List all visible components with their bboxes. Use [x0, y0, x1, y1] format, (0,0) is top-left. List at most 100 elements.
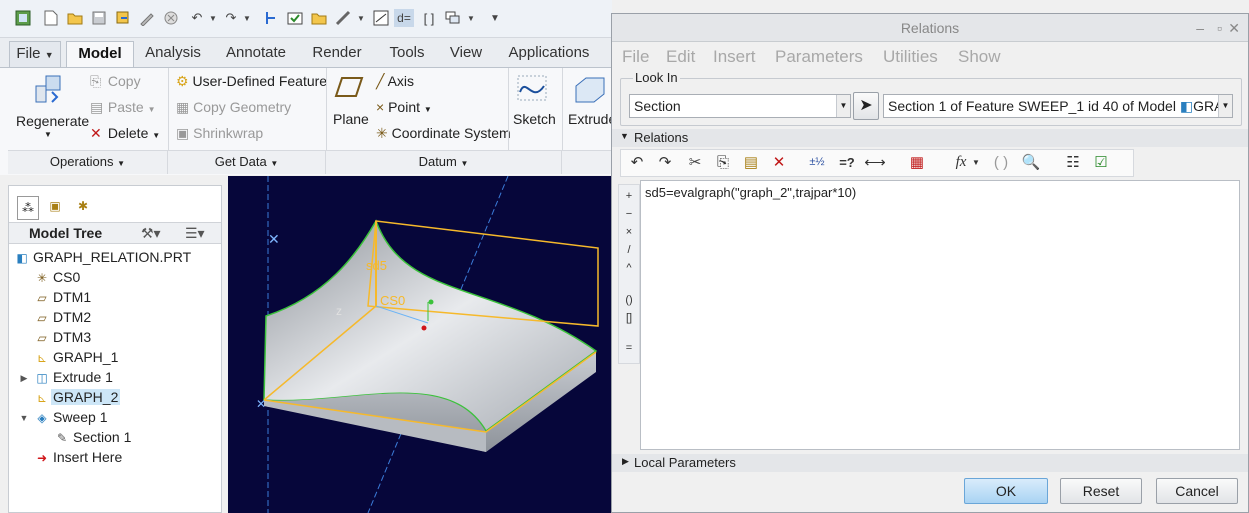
regenerate-small-icon[interactable] [114, 9, 132, 27]
tree-filters-icon[interactable]: ☰▾ [185, 225, 205, 242]
dimension-label-sd5[interactable]: sd5 [366, 258, 387, 273]
tree-settings-icon[interactable]: ⚒▾ [141, 225, 161, 242]
parameter-icon[interactable]: ( ) [990, 151, 1012, 173]
tab-file[interactable]: File ▼ [9, 41, 61, 67]
redo-dropdown-icon[interactable]: ▼ [238, 9, 256, 27]
regenerate-dropdown-icon[interactable]: ▼ [44, 130, 52, 139]
delete-button[interactable]: ✕ Delete ▼ [90, 125, 160, 142]
menu-edit[interactable]: Edit [666, 47, 695, 67]
measure-icon[interactable] [334, 9, 352, 27]
equals-operator-icon[interactable]: = [622, 341, 636, 355]
paste-button[interactable]: ▤ Paste ▼ [90, 99, 156, 116]
function-dropdown-icon[interactable]: ▼ [970, 151, 982, 173]
window-icon[interactable] [138, 9, 156, 27]
relations-section-header[interactable]: ▼ Relations [612, 129, 1248, 147]
new-file-icon[interactable] [42, 9, 60, 27]
delete-icon[interactable]: ✕ [768, 151, 790, 173]
open-folder-icon[interactable] [66, 9, 84, 27]
brackets-icon[interactable]: [] [622, 311, 636, 325]
relations-icon[interactable] [372, 9, 390, 27]
tab-analysis[interactable]: Analysis [140, 41, 206, 67]
close-icon[interactable]: ✕ [1228, 14, 1240, 42]
expand-arrow-icon[interactable]: ▶ [17, 371, 31, 385]
tree-item-insert-here[interactable]: Insert Here [53, 449, 122, 465]
select-item-button[interactable]: ➤ [853, 92, 879, 120]
regenerate-manager-icon[interactable] [262, 9, 280, 27]
coord-system-button[interactable]: ✳ Coordinate System [376, 125, 511, 142]
look-in-value-field[interactable]: Section 1 of Feature SWEEP_1 id 40 of Mo… [883, 94, 1233, 118]
menu-file[interactable]: File [622, 47, 649, 67]
cut-icon[interactable]: ✂ [684, 151, 706, 173]
windows-dropdown-icon[interactable]: ▼ [462, 9, 480, 27]
favorites-tab-icon[interactable]: ✱ [73, 196, 93, 216]
verify-relations-icon[interactable]: =? [836, 151, 858, 173]
local-params-header[interactable]: ▶ Local Parameters [612, 454, 1248, 472]
tree-item-dtm1[interactable]: DTM1 [53, 289, 91, 305]
multiply-operator-icon[interactable]: × [622, 225, 636, 239]
close-window-icon[interactable] [162, 9, 180, 27]
tree-item-cs0[interactable]: CS0 [53, 269, 80, 285]
folder-icon[interactable] [310, 9, 328, 27]
evaluate-icon[interactable]: ▦ [906, 151, 928, 173]
shrinkwrap-button[interactable]: ▣ Shrinkwrap [176, 125, 263, 142]
parentheses-icon[interactable]: () [622, 293, 636, 307]
copy-icon[interactable]: ⎘ [712, 151, 734, 173]
tab-render[interactable]: Render [306, 41, 368, 67]
layers-tab-icon[interactable]: ▣ [45, 196, 65, 216]
regenerate-button[interactable]: Regenerate [16, 113, 89, 129]
extrude-button[interactable]: Extrude [568, 111, 616, 127]
d-equals-icon[interactable]: d= [394, 9, 414, 27]
model-tree-tab-icon[interactable]: ⁂ [17, 196, 39, 220]
ok-button[interactable]: OK [964, 478, 1048, 504]
divide-operator-icon[interactable]: / [622, 243, 636, 257]
reset-button[interactable]: Reset [1060, 478, 1142, 504]
plane-button[interactable]: Plane [333, 111, 369, 127]
tab-tools[interactable]: Tools [382, 41, 432, 67]
customize-toolbar-icon[interactable]: ▼ [486, 9, 504, 27]
tree-item-graph1[interactable]: GRAPH_1 [53, 349, 118, 365]
menu-utilities[interactable]: Utilities [883, 47, 938, 67]
udf-button[interactable]: ⚙ User-Defined Feature [176, 73, 327, 90]
menu-insert[interactable]: Insert [713, 47, 756, 67]
menu-parameters[interactable]: Parameters [775, 47, 863, 67]
show-list-icon[interactable]: ☷ [1062, 151, 1084, 173]
undo-icon[interactable]: ↶ [626, 151, 648, 173]
plane-icon[interactable] [334, 76, 364, 101]
undo-dropdown-icon[interactable]: ▼ [204, 9, 222, 27]
redo-icon[interactable]: ↷ [654, 151, 676, 173]
maximize-icon[interactable]: ▫ [1217, 14, 1222, 42]
tree-item-dtm3[interactable]: DTM3 [53, 329, 91, 345]
copy-button[interactable]: ⎘ Copy [90, 73, 141, 90]
point-button[interactable]: × Point ▼ [376, 99, 432, 115]
tree-item-graph2[interactable]: GRAPH_2 [51, 389, 121, 405]
collapse-arrow-icon[interactable]: ▼ [17, 411, 31, 425]
paste-icon[interactable]: ▤ [740, 151, 762, 173]
search-icon[interactable]: 🔍 [1020, 151, 1042, 173]
sort-relations-icon[interactable]: ⟷ [864, 151, 886, 173]
copy-geometry-button[interactable]: ▦ Copy Geometry [176, 99, 291, 116]
look-in-type-select[interactable]: Section ▼ [629, 94, 851, 118]
tree-item-dtm2[interactable]: DTM2 [53, 309, 91, 325]
tree-item-section1[interactable]: Section 1 [73, 429, 131, 445]
relations-editor[interactable]: sd5=evalgraph("graph_2",trajpar*10) [640, 180, 1240, 450]
verify-icon[interactable]: ☑ [1090, 151, 1112, 173]
group-operations[interactable]: Operations ▼ [8, 150, 168, 174]
tab-annotate[interactable]: Annotate [220, 41, 292, 67]
group-datum[interactable]: Datum ▼ [326, 150, 562, 174]
graphics-window[interactable]: ✕ ✕ sd5 CS0 z [228, 176, 612, 513]
tab-model[interactable]: Model [66, 41, 134, 67]
regenerate-icon[interactable] [32, 72, 64, 109]
sketch-icon[interactable] [516, 74, 548, 105]
tree-item-sweep1[interactable]: Sweep 1 [53, 409, 107, 425]
group-get-data[interactable]: Get Data ▼ [168, 150, 326, 174]
windows-icon[interactable] [444, 9, 462, 27]
save-icon[interactable] [90, 9, 108, 27]
plus-operator-icon[interactable]: + [622, 189, 636, 203]
tab-view[interactable]: View [446, 41, 486, 67]
tree-item-part[interactable]: GRAPH_RELATION.PRT [33, 249, 191, 265]
dimension-value-icon[interactable]: ±½ [806, 151, 828, 173]
insert-function-icon[interactable]: fx [950, 151, 972, 173]
tree-item-extrude1[interactable]: Extrude 1 [53, 369, 113, 385]
menu-show[interactable]: Show [958, 47, 1001, 67]
minimize-icon[interactable]: ‒ [1196, 14, 1204, 42]
